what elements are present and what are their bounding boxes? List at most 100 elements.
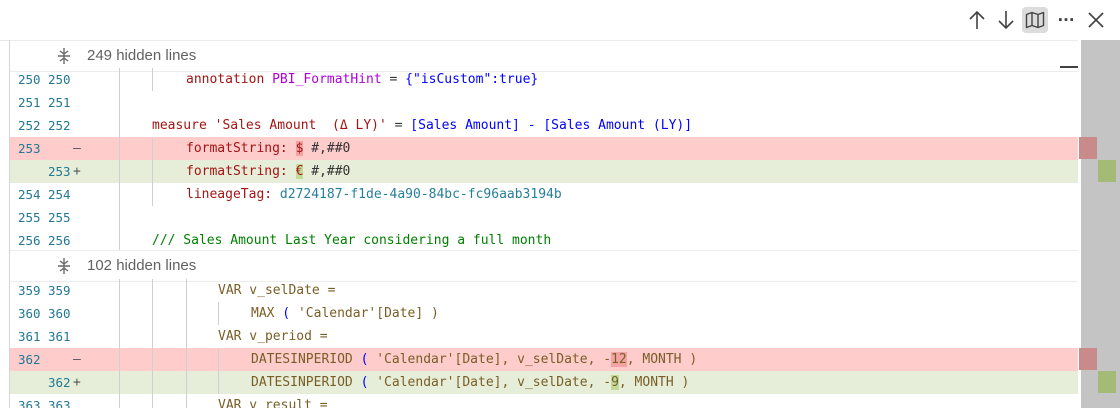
- more-actions-button[interactable]: ···: [1053, 7, 1079, 33]
- code-token: v_result =: [241, 398, 328, 408]
- code-token: -: [603, 375, 612, 390]
- ellipsis-icon: ···: [1057, 11, 1075, 29]
- original-line-number: 362: [18, 352, 41, 367]
- minimap-added-block: [1098, 160, 1116, 182]
- indent-guide: [218, 348, 219, 371]
- diff-line: 363 363 VAR v_result =: [10, 394, 1078, 408]
- indent-guide: [152, 68, 153, 91]
- original-line-number: 254: [18, 187, 41, 202]
- code-token: 'Calendar': [376, 375, 455, 390]
- added-marker: +: [73, 164, 81, 179]
- modified-line-number: 362: [48, 375, 71, 390]
- modified-line-number: 361: [48, 329, 71, 344]
- indent-guide: [119, 325, 120, 348]
- modified-line-number: 254: [48, 187, 71, 202]
- indent-guide: [119, 114, 120, 137]
- indent-guide: [152, 137, 153, 160]
- code-line: formatString: $ #,##0: [186, 137, 350, 160]
- indent-guide: [119, 183, 120, 206]
- indent-guide: [119, 91, 120, 114]
- code-line: lineageTag: d2724187-f1de-4a90-84bc-fc96…: [186, 183, 562, 206]
- indent-guide: [186, 371, 187, 394]
- unfold-icon: [58, 258, 70, 274]
- indent-guide: [119, 160, 120, 183]
- code-line: DATESINPERIOD ( 'Calendar'[Date], v_selD…: [251, 348, 697, 371]
- added-line: 253 + formatString: € #,##0: [10, 160, 1078, 183]
- code-line: VAR v_selDate =: [218, 279, 335, 302]
- code-token: [Date], v_selDate,: [454, 375, 604, 390]
- code-line: MAX ( 'Calendar'[Date] ): [251, 302, 439, 325]
- toggle-minimap-button[interactable]: [1022, 7, 1048, 33]
- indent-guide: [152, 371, 153, 394]
- code-token: VAR: [218, 329, 242, 344]
- code-token: (: [274, 306, 298, 321]
- code-token: lineageTag:: [186, 187, 273, 202]
- indent-guide: [119, 206, 120, 229]
- indent-guide: [186, 394, 187, 408]
- code-token: [Date] ): [376, 306, 439, 321]
- indent-guide: [152, 348, 153, 371]
- scroll-position-marker: [1060, 66, 1078, 68]
- diff-editor: 249 hidden lines 250 250 annotation PBI_…: [10, 40, 1078, 408]
- code-token: formatString:: [186, 164, 288, 179]
- original-line-number: 255: [18, 210, 41, 225]
- original-line-number: 256: [18, 233, 41, 248]
- indent-guide: [152, 279, 153, 302]
- removed-marker: —: [73, 141, 81, 156]
- close-button[interactable]: [1083, 7, 1109, 33]
- original-line-number: 252: [18, 118, 41, 133]
- added-line: 362 + DATESINPERIOD ( 'Calendar'[Date], …: [10, 371, 1078, 394]
- code-token: MAX: [251, 306, 275, 321]
- modified-line-number: 253: [48, 164, 71, 179]
- code-token: DATESINPERIOD: [251, 352, 353, 367]
- minimap-added-block: [1098, 371, 1116, 393]
- arrow-up-icon: [969, 10, 985, 29]
- hidden-lines-bar[interactable]: 102 hidden lines: [10, 250, 1078, 282]
- next-change-button[interactable]: [993, 7, 1019, 33]
- removed-marker: —: [73, 352, 81, 367]
- indent-guide: [218, 302, 219, 325]
- indent-guide: [119, 279, 120, 302]
- code-token: , MONTH ): [618, 375, 690, 390]
- code-token: =: [386, 118, 411, 133]
- code-token: measure: [152, 118, 207, 133]
- code-token: 'Calendar': [297, 306, 377, 321]
- indent-guide: [218, 371, 219, 394]
- removed-char: 12: [611, 352, 627, 367]
- diff-toolbar: ···: [0, 0, 1120, 41]
- indent-guide: [119, 394, 120, 408]
- code-line: measure 'Sales Amount (Δ LY)' = [Sales A…: [152, 114, 692, 137]
- original-line-number: 359: [18, 283, 41, 298]
- close-icon: [1088, 12, 1104, 28]
- added-char: 9: [611, 375, 619, 390]
- modified-line-number: 255: [48, 210, 71, 225]
- arrow-down-icon: [998, 11, 1014, 30]
- diff-line: 252 252 measure 'Sales Amount (Δ LY)' = …: [10, 114, 1078, 137]
- code-token: {"isCustom":true}: [405, 72, 539, 87]
- indent-guide: [152, 160, 153, 183]
- original-line-number: 250: [18, 72, 41, 87]
- map-icon: [1025, 11, 1045, 29]
- code-token: , MONTH ): [626, 352, 698, 367]
- removed-line: 253 — formatString: $ #,##0: [10, 137, 1078, 160]
- hidden-lines-label: 102 hidden lines: [87, 257, 197, 274]
- code-token: -: [603, 352, 612, 367]
- indent-guide: [119, 137, 120, 160]
- indent-guide: [119, 229, 120, 252]
- modified-line-number: 360: [48, 306, 71, 321]
- indent-guide: [152, 325, 153, 348]
- modified-line-number: 363: [48, 398, 71, 408]
- code-line: VAR v_result =: [218, 394, 328, 408]
- code-token: d2724187-f1de-4a90-84bc-fc96aab3194b: [272, 187, 562, 202]
- diff-line: 360 360 MAX ( 'Calendar'[Date] ): [10, 302, 1078, 325]
- indent-guide: [152, 394, 153, 408]
- code-line: /// Sales Amount Last Year considering a…: [152, 229, 551, 252]
- previous-change-button[interactable]: [964, 7, 990, 33]
- diff-line: 251 251: [10, 91, 1078, 114]
- code-token: VAR: [218, 398, 242, 408]
- code-token: [Date], v_selDate,: [454, 352, 604, 367]
- original-line-number: 251: [18, 95, 41, 110]
- indent-guide: [119, 302, 120, 325]
- code-line: formatString: € #,##0: [186, 160, 350, 183]
- diff-line: 255 255: [10, 206, 1078, 229]
